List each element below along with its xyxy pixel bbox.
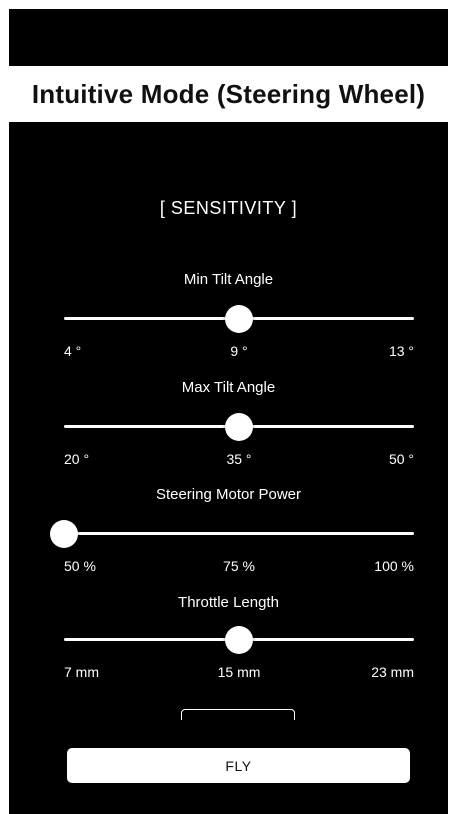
settings-panel: [ SENSITIVITY ] Min Tilt Angle 4 ° 9 ° 1… bbox=[9, 122, 448, 814]
slider-label: Max Tilt Angle bbox=[181, 379, 276, 396]
slider-mid-label: 35 ° bbox=[226, 451, 252, 467]
slider-thumb[interactable] bbox=[225, 625, 253, 654]
section-title: [ SENSITIVITY ] bbox=[159, 198, 298, 218]
bracket-decoration bbox=[181, 709, 295, 720]
slider-track[interactable] bbox=[50, 519, 414, 548]
slider-mid-label: 9 ° bbox=[230, 343, 248, 359]
slider-thumb[interactable] bbox=[225, 412, 253, 441]
slider-label: Steering Motor Power bbox=[155, 486, 302, 503]
slider-max-label: 50 ° bbox=[388, 451, 414, 467]
slider-thumb[interactable] bbox=[225, 304, 253, 333]
slider-min-label: 7 mm bbox=[64, 664, 99, 680]
top-bar bbox=[9, 9, 448, 66]
slider-max-label: 13 ° bbox=[388, 343, 414, 359]
fly-button[interactable]: FLY bbox=[67, 748, 410, 783]
title-bar: Intuitive Mode (Steering Wheel) bbox=[9, 66, 448, 122]
slider-track[interactable] bbox=[64, 625, 414, 654]
slider-max-label: 23 mm bbox=[371, 664, 414, 680]
slider-label: Throttle Length bbox=[178, 594, 279, 611]
slider-mid-label: 75 % bbox=[223, 558, 255, 574]
slider-track[interactable] bbox=[64, 412, 414, 441]
slider-track[interactable] bbox=[64, 304, 414, 333]
slider-min-label: 50 % bbox=[64, 558, 96, 574]
slider-min-label: 4 ° bbox=[64, 343, 82, 359]
slider-thumb[interactable] bbox=[50, 519, 78, 548]
page-title: Intuitive Mode (Steering Wheel) bbox=[31, 78, 426, 109]
slider-min-label: 20 ° bbox=[64, 451, 90, 467]
slider-max-label: 100 % bbox=[374, 558, 414, 574]
slider-label: Min Tilt Angle bbox=[183, 271, 274, 288]
slider-mid-label: 15 mm bbox=[217, 664, 261, 680]
